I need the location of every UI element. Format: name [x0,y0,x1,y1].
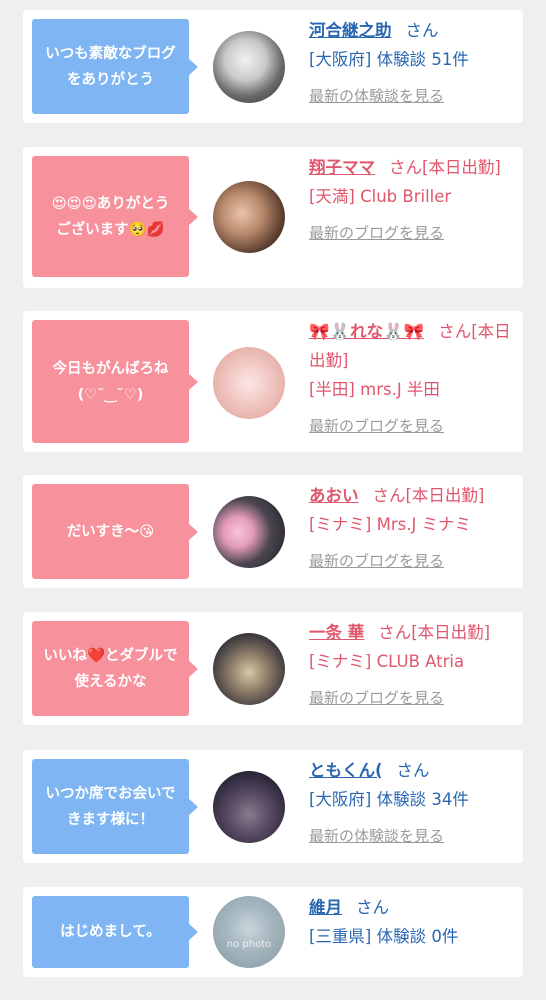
user-suffix: さん [405,21,439,40]
user-name-link[interactable]: 河合継之助 [309,21,392,40]
user-name-link[interactable]: 🎀🐰れな🐰🎀 [309,322,424,341]
message-bubble: はじめまして。 [32,896,198,968]
message-bubble: だいすき〜😘 [32,484,198,579]
avatar[interactable] [213,181,285,253]
view-latest-link[interactable]: 最新のブログを見る [309,684,515,713]
avatar[interactable] [213,633,285,705]
user-name-link[interactable]: 翔子ママ [309,158,375,177]
message-text: いいね❤️とダブルで使えるかな [43,647,178,690]
list-item: いいね❤️とダブルで使えるかな 一条 華さん[本日出勤] [ミナミ] CLUB … [23,612,523,725]
user-suffix: さん[本日出勤] [378,623,491,642]
user-info: あおい さん[本日出勤] [ミナミ] Mrs.J ミナミ 最新のブログを見る [309,481,515,576]
user-suffix: さん[本日出勤] [372,486,485,505]
list-item: 😍😍😍ありがとうございます🥺💋 翔子ママ さん[本日出勤] [天満] Club B… [23,147,523,288]
user-detail: [半田] mrs.J 半田 [309,380,440,399]
user-detail: [三重県] 体験談 0件 [309,927,459,946]
user-name-link[interactable]: あおい [309,486,359,505]
view-latest-link[interactable]: 最新のブログを見る [309,412,515,441]
view-latest-link[interactable]: 最新の体験談を見る [309,822,515,851]
user-detail: [ミナミ] CLUB Atria [309,652,465,671]
user-info: ともくん( さん [大阪府] 体験談 34件 最新の体験談を見る [309,756,515,851]
avatar[interactable] [213,771,285,843]
list-item: はじめまして。 no photo 維月 さん [三重県] 体験談 0件 [23,887,523,977]
message-bubble: いいね❤️とダブルで使えるかな [32,621,198,716]
list-item: 今日もがんばろね(♡˘‿˘♡) 🎀🐰れな🐰🎀 さん[本日出勤] [半田] mrs.… [23,311,523,452]
avatar[interactable]: no photo [213,896,285,968]
message-text: だいすき〜😘 [66,523,155,540]
user-name-link[interactable]: ともくん( [309,761,383,780]
view-latest-link[interactable]: 最新のブログを見る [309,547,515,576]
user-detail: [大阪府] 体験談 34件 [309,790,469,809]
list-item: いつも素敵なブログをありがとう 河合継之助 さん [大阪府] 体験談 51件 最新… [23,10,523,123]
message-text: いつも素敵なブログをありがとう [45,45,176,88]
user-detail: [ミナミ] Mrs.J ミナミ [309,515,472,534]
user-info: 🎀🐰れな🐰🎀 さん[本日出勤] [半田] mrs.J 半田 最新のブログを見る [309,317,515,441]
user-name-link[interactable]: 一条 華 [309,623,364,642]
user-suffix: さん [356,898,389,917]
user-detail: [大阪府] 体験談 51件 [309,50,469,69]
user-name-link[interactable]: 維月 [309,898,342,917]
view-latest-link[interactable]: 最新のブログを見る [309,219,515,248]
view-latest-link[interactable]: 最新の体験談を見る [309,82,515,111]
user-info: 河合継之助 さん [大阪府] 体験談 51件 最新の体験談を見る [309,16,515,111]
message-text: いつか席でお会いできます様に！ [45,785,176,828]
list-item: いつか席でお会いできます様に！ ともくん( さん [大阪府] 体験談 34件 最新… [23,750,523,863]
user-suffix: さん[本日出勤] [389,158,501,177]
message-list: いつも素敵なブログをありがとう 河合継之助 さん [大阪府] 体験談 51件 最新… [0,0,546,1000]
avatar[interactable] [213,347,285,419]
no-photo-label: no photo [226,939,272,950]
user-info: 維月 さん [三重県] 体験談 0件 [309,893,515,951]
list-item: だいすき〜😘 あおい さん[本日出勤] [ミナミ] Mrs.J ミナミ 最新のブロ… [23,475,523,588]
user-info: 翔子ママ さん[本日出勤] [天満] Club Briller 最新のブログを見る [309,153,515,248]
avatar[interactable] [213,496,285,568]
message-text: はじめまして。 [60,924,161,940]
message-bubble: いつか席でお会いできます様に！ [32,759,198,854]
message-bubble: 😍😍😍ありがとうございます🥺💋 [32,156,198,277]
message-text: 😍😍😍ありがとうございます🥺💋 [51,195,170,238]
message-text: 今日もがんばろね(♡˘‿˘♡) [52,360,169,403]
user-info: 一条 華さん[本日出勤] [ミナミ] CLUB Atria 最新のブログを見る [309,618,515,713]
avatar[interactable] [213,31,285,103]
message-bubble: 今日もがんばろね(♡˘‿˘♡) [32,320,198,443]
user-suffix: さん [396,761,430,780]
message-bubble: いつも素敵なブログをありがとう [32,19,198,114]
user-detail: [天満] Club Briller [309,187,452,206]
